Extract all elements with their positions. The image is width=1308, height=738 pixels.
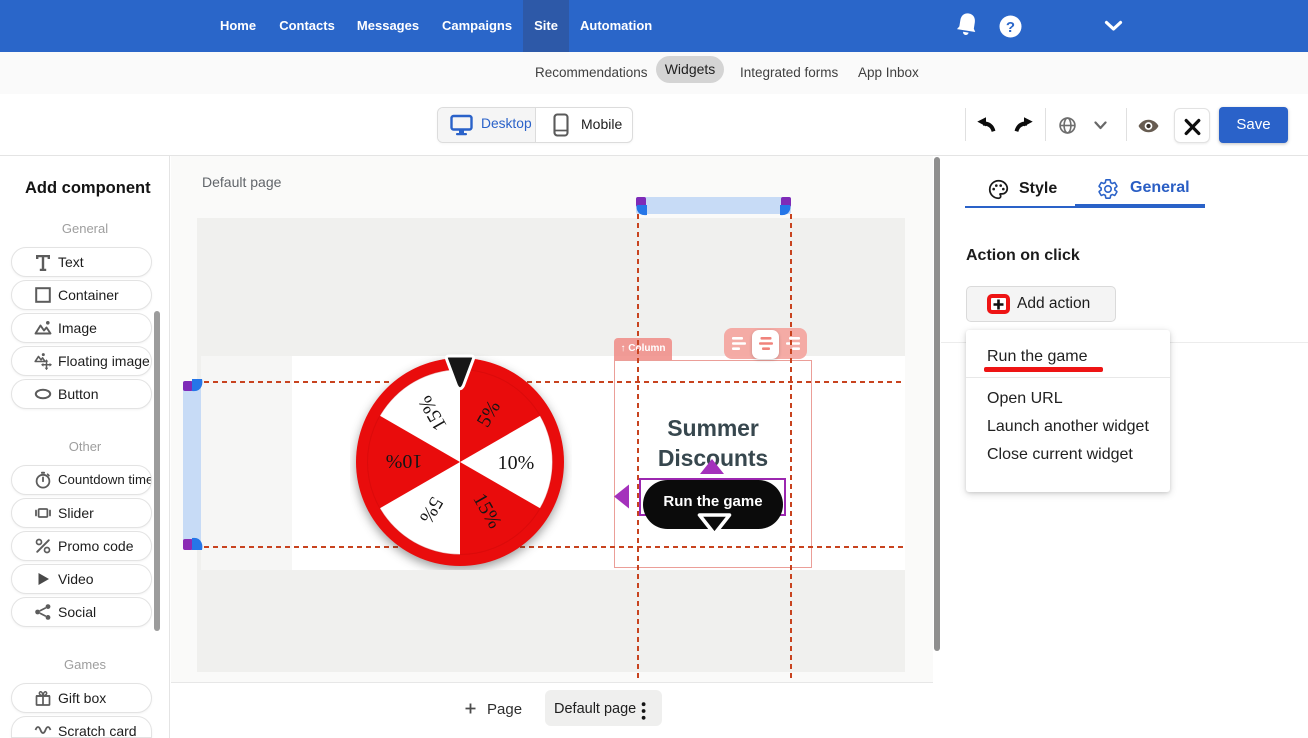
svg-text:10%: 10% bbox=[498, 452, 535, 474]
svg-text:10%: 10% bbox=[386, 450, 423, 472]
svg-text:?: ? bbox=[1006, 19, 1015, 36]
